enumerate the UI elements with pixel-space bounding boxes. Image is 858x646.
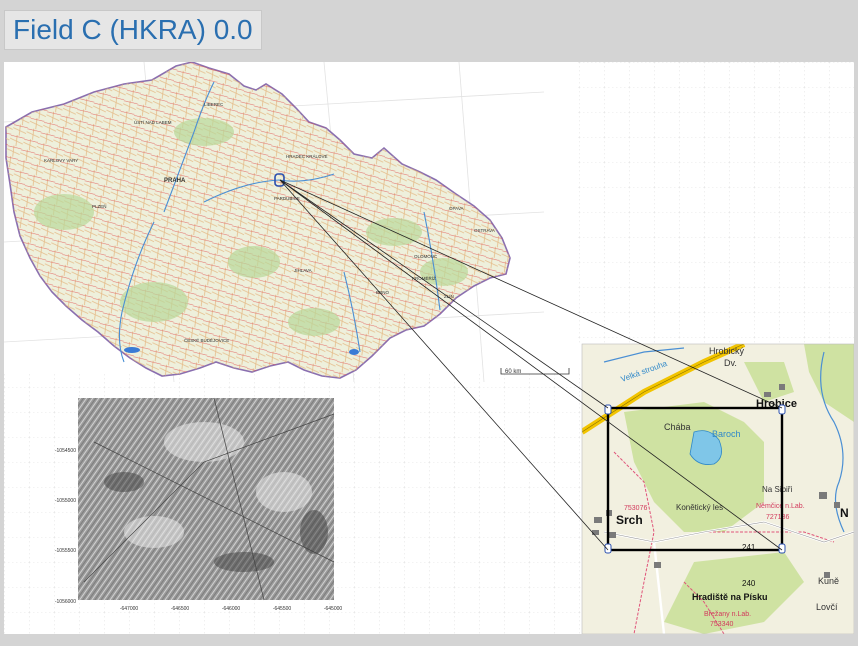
pond-label: Baroch — [712, 429, 741, 439]
place-label: Na Sibiři — [762, 485, 792, 494]
city-label: OPAVA — [449, 206, 464, 211]
grid-top-right — [576, 62, 854, 344]
city-label: KARLOVY VARY — [44, 158, 78, 163]
city-label: ČESKÉ BUDĚJOVICE — [184, 336, 229, 343]
city-label: ÚSTÍ NAD LABEM — [134, 119, 172, 125]
place-label: Hradiště na Písku — [692, 592, 768, 602]
city-label: PLZEŇ — [92, 203, 107, 209]
x-tick-label: -647000 — [120, 606, 139, 612]
cadastre-code: 753076 — [624, 505, 647, 512]
city-label: PRAHA — [164, 178, 186, 184]
city-label: HRADEC KRÁLOVÉ — [286, 153, 328, 159]
figure-svg: PRAHA PLZEŇ BRNO OSTRAVA OLOMOUC ZLÍN LI… — [4, 62, 854, 634]
cadastre-label: Břežany n.Lab. — [704, 611, 751, 618]
x-tick-label: -646500 — [171, 606, 190, 612]
place-label: Dv. — [724, 358, 737, 368]
figure-canvas: PRAHA PLZEŇ BRNO OSTRAVA OLOMOUC ZLÍN LI… — [4, 62, 854, 634]
city-label: JIHLAVA — [294, 268, 312, 273]
city-label: LIBEREC — [204, 102, 224, 107]
cadastre-code: 727186 — [766, 514, 789, 521]
country-map: PRAHA PLZEŇ BRNO OSTRAVA OLOMOUC ZLÍN LI… — [5, 62, 511, 379]
city-label: OLOMOUC — [414, 254, 438, 259]
y-tick-label: -1056000 — [55, 599, 76, 605]
place-label: N — [840, 506, 849, 520]
lidar-panel: -1054500 -1055000 -1055500 -1056000 -647… — [55, 397, 343, 612]
place-label: Hrobický — [709, 346, 745, 356]
place-label: Srch — [616, 513, 643, 527]
x-tick-label: -645500 — [273, 606, 292, 612]
x-tick-label: -645000 — [324, 606, 343, 612]
place-label: Kuně — [818, 576, 839, 586]
city-label: ZLÍN — [444, 293, 454, 299]
y-tick-label: -1055000 — [55, 498, 76, 504]
elevation-label: 240 — [742, 579, 756, 588]
cadastre-code: 753340 — [710, 621, 733, 628]
y-tick-label: -1055500 — [55, 548, 76, 554]
detail-map: Hrobický Dv. Hrobice Velká strouha Chába… — [582, 344, 854, 634]
title-box: Field C (HKRA) 0.0 — [4, 10, 262, 50]
city-label: OSTRAVA — [474, 228, 495, 233]
place-label: Konětický les — [676, 503, 723, 512]
x-tick-label: -646000 — [222, 606, 241, 612]
y-tick-label: -1054500 — [55, 448, 76, 454]
scale-bar-label: 60 km — [505, 369, 521, 375]
place-label: Chába — [664, 422, 691, 432]
cadastre-label: Němčice n.Lab. — [756, 503, 805, 510]
place-label: Lovčí — [816, 602, 838, 612]
page-title: Field C (HKRA) 0.0 — [13, 14, 253, 45]
